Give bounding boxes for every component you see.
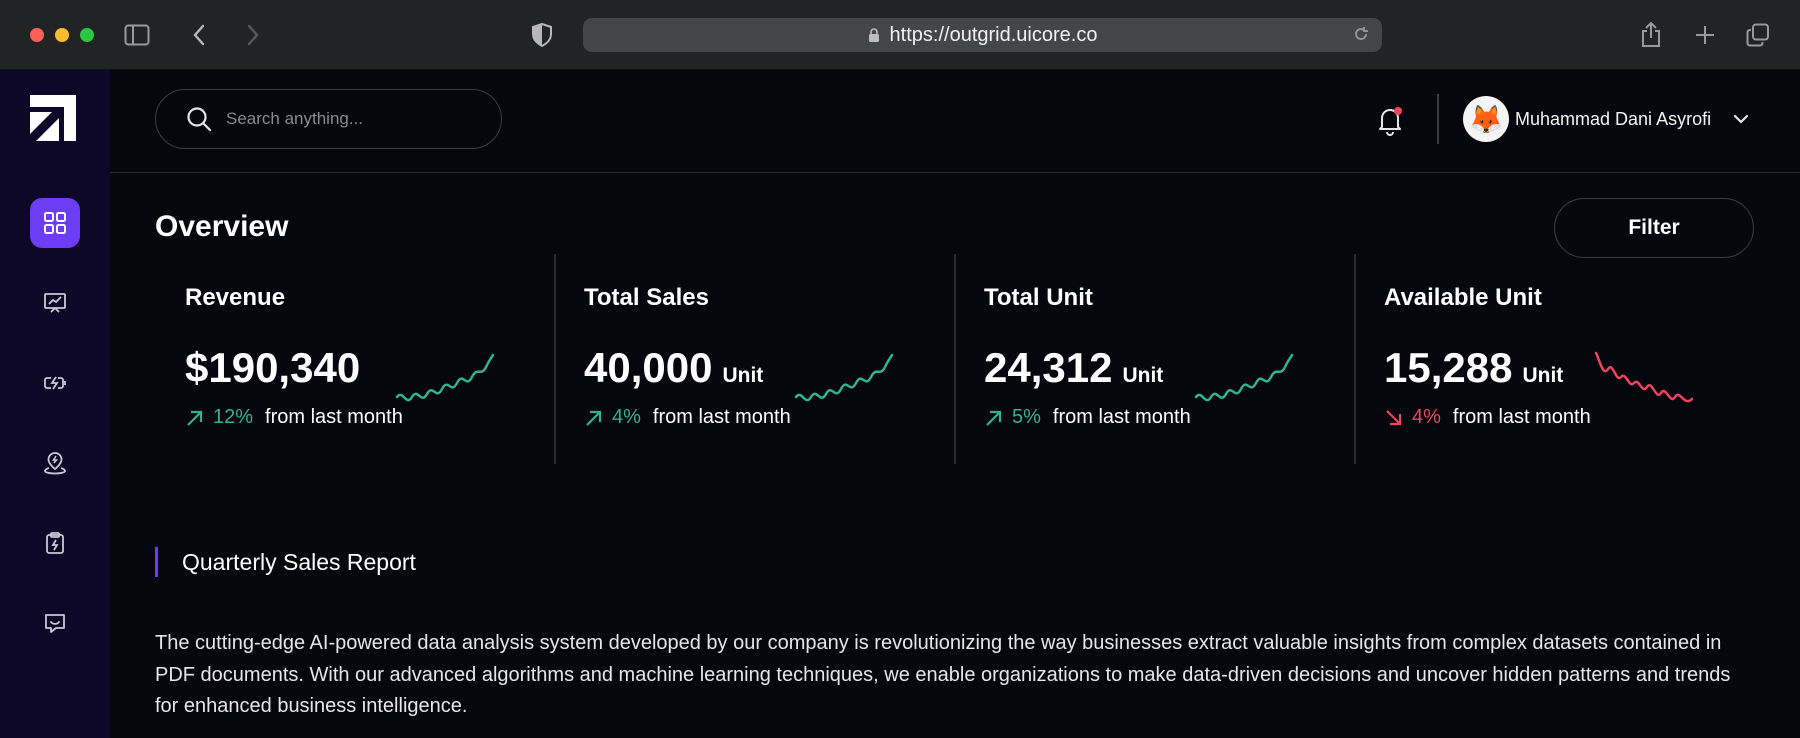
- close-window-button[interactable]: [30, 28, 44, 42]
- bell-icon: [1379, 107, 1402, 136]
- stat-card-revenue: Revenue $190,340 12% from last month: [155, 254, 555, 464]
- sidebar-toggle-icon[interactable]: [124, 22, 150, 48]
- stat-label: Available Unit: [1384, 284, 1542, 311]
- stat-divider: [1354, 254, 1356, 464]
- stat-change: 4% from last month: [1384, 406, 1591, 429]
- user-name: Muhammad Dani Asyrofi: [1515, 108, 1712, 129]
- notification-button[interactable]: [1376, 103, 1406, 137]
- app-logo[interactable]: [30, 95, 76, 146]
- stat-label: Total Sales: [584, 284, 709, 311]
- section-accent-bar: [155, 547, 158, 577]
- avatar: 🦊: [1463, 96, 1509, 142]
- stat-value: 40,000 Unit: [584, 344, 764, 391]
- section-title: Quarterly Sales Report: [182, 549, 416, 575]
- nav-energy[interactable]: [30, 358, 80, 408]
- presentation-chart-icon: [44, 293, 66, 313]
- lock-icon: [868, 27, 879, 42]
- stat-divider: [554, 254, 556, 464]
- top-header: 🦊 Muhammad Dani Asyrofi: [110, 70, 1800, 173]
- chevron-down-icon[interactable]: [1733, 114, 1749, 124]
- address-bar[interactable]: https://outgrid.uicore.co: [583, 18, 1382, 52]
- stat-change: 12% from last month: [185, 406, 403, 429]
- stat-change: 5% from last month: [984, 406, 1191, 429]
- maximize-window-button[interactable]: [80, 28, 94, 42]
- nav-dashboard[interactable]: [30, 198, 80, 248]
- user-menu[interactable]: 🦊 Muhammad Dani Asyrofi: [1463, 96, 1749, 142]
- stat-label: Total Unit: [984, 284, 1093, 311]
- sidebar: [0, 70, 110, 738]
- arrow-up-right-icon: [986, 410, 1002, 426]
- stat-change-percent: 4%: [612, 406, 641, 428]
- stat-card-available-unit: Available Unit 15,288 Unit 4% from last m…: [1354, 254, 1754, 464]
- stat-card-total-sales: Total Sales 40,000 Unit 4% from last mont…: [554, 254, 954, 464]
- stat-divider: [954, 254, 956, 464]
- back-icon[interactable]: [186, 22, 212, 48]
- filter-button[interactable]: Filter: [1554, 198, 1754, 258]
- nav-tasks[interactable]: [30, 518, 80, 568]
- sparkline-chart: [1594, 351, 1694, 403]
- page-title: Overview: [155, 210, 289, 243]
- arrow-up-right-icon: [586, 410, 602, 426]
- forward-icon[interactable]: [240, 22, 266, 48]
- clipboard-bolt-icon: [46, 532, 64, 554]
- search-icon: [187, 107, 212, 132]
- stat-value: 24,312 Unit: [984, 344, 1164, 391]
- shield-icon[interactable]: [529, 22, 555, 48]
- stat-change-percent: 5%: [1012, 406, 1041, 428]
- grid-icon: [44, 212, 66, 234]
- arrow-down-right-icon: [1386, 409, 1402, 425]
- share-icon[interactable]: [1638, 22, 1664, 48]
- search-box[interactable]: [155, 89, 502, 149]
- report-description: The cutting-edge AI-powered data analysi…: [155, 632, 1731, 717]
- stat-unit: Unit: [722, 364, 764, 387]
- stat-change: 4% from last month: [584, 406, 791, 429]
- chat-icon: [45, 614, 65, 633]
- stat-change-text: from last month: [1052, 406, 1191, 428]
- stat-unit: Unit: [1522, 364, 1564, 387]
- stat-card-total-unit: Total Unit 24,312 Unit 5% from last month: [954, 254, 1354, 464]
- stat-change-text: from last month: [265, 406, 403, 428]
- tab-overview-icon[interactable]: [1745, 22, 1771, 48]
- reload-icon[interactable]: [1352, 25, 1370, 43]
- sparkline-chart: [395, 353, 495, 402]
- arrow-up-right-icon: [187, 410, 203, 426]
- stat-change-text: from last month: [1452, 406, 1591, 428]
- nav-messages[interactable]: [30, 598, 80, 648]
- stat-change-percent: 4%: [1412, 406, 1441, 428]
- stat-value: 15,288 Unit: [1384, 344, 1564, 391]
- stat-unit: Unit: [1122, 364, 1164, 387]
- header-divider: [1437, 94, 1439, 144]
- sparkline-chart: [794, 353, 894, 402]
- minimize-window-button[interactable]: [55, 28, 69, 42]
- location-pin-icon: [44, 452, 66, 475]
- nav-analytics[interactable]: [30, 278, 80, 328]
- stat-label: Revenue: [185, 284, 286, 311]
- battery-charge-icon: [44, 376, 66, 390]
- stat-value: $190,340: [185, 344, 361, 391]
- sparkline-chart: [1194, 353, 1294, 402]
- browser-toolbar: https://outgrid.uicore.co: [0, 0, 1800, 70]
- stat-change-percent: 12%: [213, 406, 254, 428]
- stat-change-text: from last month: [652, 406, 791, 428]
- notification-dot: [1394, 107, 1402, 115]
- search-input[interactable]: [226, 109, 486, 129]
- nav-location[interactable]: [30, 438, 80, 488]
- new-tab-icon[interactable]: [1692, 22, 1718, 48]
- url-text: https://outgrid.uicore.co: [889, 23, 1098, 46]
